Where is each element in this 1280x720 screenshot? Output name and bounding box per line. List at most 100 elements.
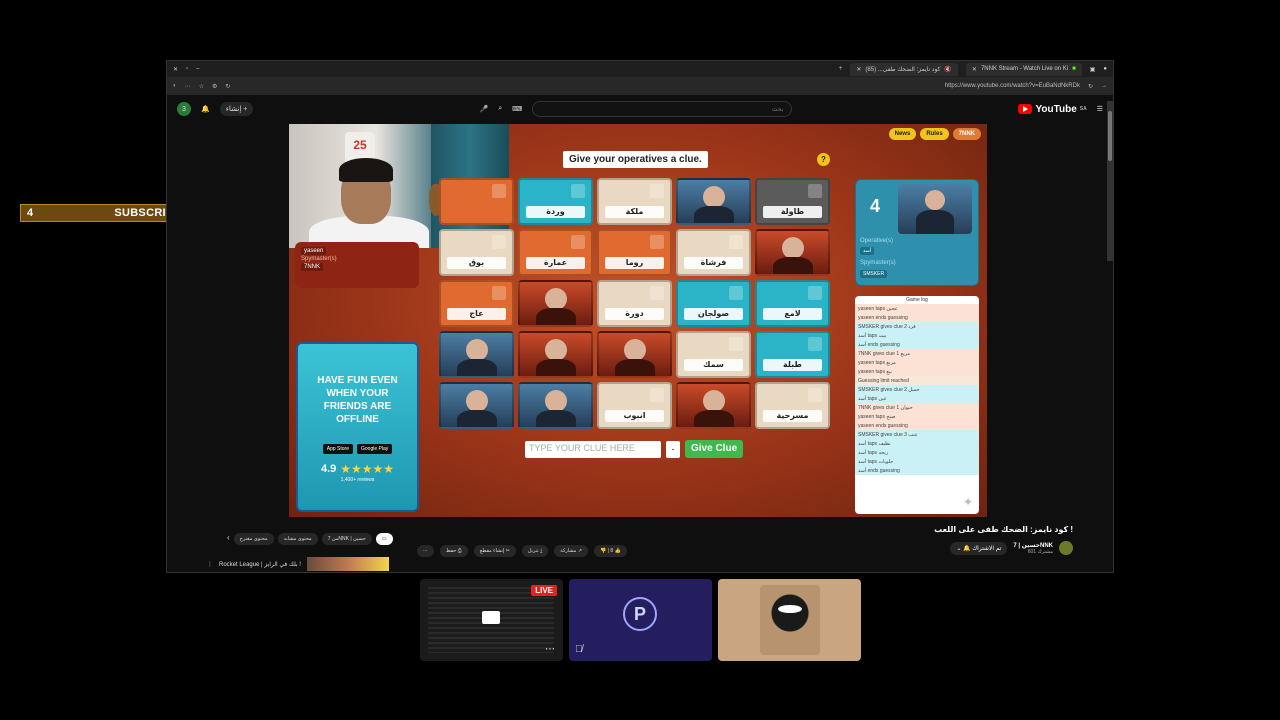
game-card[interactable]: عمارة (518, 229, 593, 276)
card-corner-icon (571, 235, 585, 249)
notifications-icon[interactable]: 🔔 (201, 105, 210, 113)
game-card[interactable]: سمك (676, 331, 751, 378)
tab-menu-icon[interactable]: ▣ (1090, 66, 1096, 73)
chip-all[interactable]: ▭ (375, 533, 393, 545)
give-clue-button[interactable]: Give Clue (685, 440, 744, 458)
game-card[interactable]: ملكة (597, 178, 672, 225)
minimize-window-icon[interactable]: – (196, 66, 199, 72)
clue-input[interactable]: TYPE YOUR CLUE HERE (525, 440, 661, 458)
scrollbar-thumb[interactable] (1108, 111, 1112, 161)
game-card[interactable]: روما (597, 229, 672, 276)
participant-tile-logo[interactable]: P 🎙̸ (569, 579, 712, 661)
subscribed-button[interactable]: ⌄ 🔔 تم الاشتراك (950, 541, 1008, 555)
avatar[interactable]: 3 (177, 102, 191, 116)
rules-button[interactable]: Rules (920, 128, 949, 140)
news-button[interactable]: News (888, 128, 917, 140)
restore-window-icon[interactable]: ▫ (186, 66, 188, 72)
game-card[interactable] (597, 331, 672, 378)
copilot-icon[interactable]: ◐ (173, 83, 177, 89)
chip-suggested[interactable]: محتوى مقترح (233, 533, 274, 545)
clip-button[interactable]: إنشاء مقطع ✂ (473, 545, 516, 557)
more-actions-icon[interactable]: ⋯ (417, 545, 434, 557)
channel-avatar[interactable] (1059, 541, 1073, 555)
game-log[interactable]: Game log yaseen taps عجين yaseen ends gue… (855, 296, 979, 514)
close-tab-icon[interactable]: ✕ (856, 66, 861, 73)
related-thumbnail[interactable] (306, 557, 389, 571)
game-card[interactable] (676, 382, 751, 429)
refresh-icon[interactable]: ↻ (225, 83, 230, 90)
game-card[interactable]: وردة (518, 178, 593, 225)
game-card[interactable] (439, 382, 514, 429)
help-icon[interactable]: ? (817, 153, 830, 166)
chip-similar[interactable]: محتوى مشابه (277, 533, 318, 545)
red-operative: yaseen (301, 247, 327, 255)
close-tab-icon[interactable]: ✕ (972, 66, 977, 73)
youtube-logo[interactable]: YouTube SA (1018, 104, 1087, 115)
card-corner-icon (808, 184, 822, 198)
pin-icon[interactable]: ✦ (963, 495, 977, 509)
page-scrollbar[interactable] (1107, 101, 1113, 261)
ad-banner[interactable]: HAVE FUN EVEN WHEN YOUR FRIENDS ARE OFFL… (296, 342, 419, 512)
channel-name[interactable]: حسين | 7NNK (1013, 542, 1053, 549)
tab-youtube[interactable]: ✕ كود نايمز: الضحك طفى... (85) 🔇 (850, 62, 958, 76)
reload-icon[interactable]: ↻ (1088, 83, 1093, 90)
keyboard-icon[interactable]: ⌨ (512, 105, 522, 113)
game-card[interactable] (518, 382, 593, 429)
search-icon[interactable]: ⌕ (498, 105, 502, 113)
participant-tile-avatar[interactable] (718, 579, 861, 661)
share-button[interactable]: مشاركة ↗ (554, 545, 589, 557)
game-card[interactable]: فرشاة (676, 229, 751, 276)
card-corner-icon (729, 235, 743, 249)
create-button[interactable]: إنشاء + (219, 102, 254, 116)
close-window-icon[interactable]: ✕ (173, 66, 178, 73)
notif-count: 3 (182, 105, 186, 113)
chip-from-channel[interactable]: من 7NNK | حسين (321, 533, 372, 545)
tab-kick[interactable]: ✕ 7NNK Stream - Watch Live on Ki ■ (965, 62, 1082, 76)
related-video[interactable]: ⋮ Rocket League | بلك في الرايز ! (207, 557, 389, 571)
game-card[interactable]: عاج (439, 280, 514, 327)
clip-label: إنشاء مقطع (479, 548, 505, 554)
game-card[interactable]: طاولة (755, 178, 830, 225)
new-tab-icon[interactable]: + (839, 66, 843, 72)
forward-icon[interactable]: → (1101, 83, 1107, 89)
download-button[interactable]: تنزيل ⤓ (521, 545, 549, 557)
game-card[interactable]: طبلة (755, 331, 830, 378)
youtube-header: 3 🔔 إنشاء + 🎤 ⌕ ⌨ بحث YouTube SA ☰ (167, 95, 1113, 123)
screen-share-tile[interactable]: LIVE ⋯ (420, 579, 563, 661)
game-card[interactable]: مسرحية (755, 382, 830, 429)
like-dislike-button[interactable]: 👎 | 8 👍 (594, 545, 627, 557)
app-store-badge[interactable]: App Store (322, 444, 353, 454)
game-card[interactable] (518, 280, 593, 327)
game-card[interactable] (439, 178, 514, 225)
game-card[interactable] (518, 331, 593, 378)
extensions-icon[interactable]: ⚙ (212, 83, 217, 90)
game-card[interactable]: دورة (597, 280, 672, 327)
game-card[interactable] (676, 178, 751, 225)
game-card[interactable] (439, 331, 514, 378)
profile-icon[interactable]: ● (1103, 66, 1107, 72)
game-card[interactable] (755, 229, 830, 276)
menu-icon[interactable]: ☰ (1097, 105, 1103, 113)
mute-icon[interactable]: 🔇 (944, 66, 951, 73)
game-card[interactable]: انبوب (597, 382, 672, 429)
save-button[interactable]: حفظ ⎙ (440, 545, 468, 557)
favorites-icon[interactable]: ☆ (199, 83, 204, 90)
chevron-left-icon[interactable]: ‹ (227, 533, 230, 545)
clue-count-select[interactable]: - (666, 440, 680, 458)
game-card[interactable]: لامع (755, 280, 830, 327)
search-input[interactable]: بحث (532, 101, 793, 117)
card-word: صولجان (684, 308, 743, 320)
log-entry: yaseen ends guessing (855, 421, 979, 430)
game-card[interactable]: صولجان (676, 280, 751, 327)
url-text[interactable]: https://www.youtube.com/watch?v=EuBaNdNk… (945, 83, 1080, 89)
more-icon[interactable]: ⋮ (207, 561, 213, 568)
voice-search-icon[interactable]: 🎤 (480, 105, 489, 113)
more-icon[interactable]: ⋯ (185, 83, 191, 90)
player-button[interactable]: 7NNK (952, 128, 981, 140)
more-icon[interactable]: ⋯ (545, 644, 555, 655)
red-spymaster: 7NNK (301, 263, 324, 271)
game-card[interactable]: بوق (439, 229, 514, 276)
google-play-badge[interactable]: Google Play (357, 444, 393, 454)
streamer-hair (339, 158, 393, 182)
video-player[interactable]: 25 yaseen Spymaster(s) 7NNK HAVE FUN EVE… (289, 124, 987, 517)
